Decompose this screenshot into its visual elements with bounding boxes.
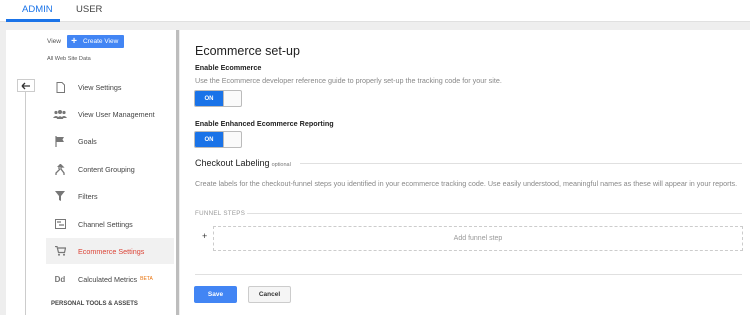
sidebar-item-label: Channel Settings [78, 219, 133, 229]
document-icon [52, 81, 68, 93]
footer-divider [195, 274, 742, 275]
tab-user[interactable]: USER [76, 4, 102, 15]
people-icon [52, 108, 68, 120]
enhanced-ecommerce-label: Enable Enhanced Ecommerce Reporting [195, 119, 334, 128]
optional-tag: optional [271, 162, 291, 168]
toggle-on-label: ON [195, 132, 223, 147]
sidebar-divider [25, 92, 26, 315]
funnel-steps-divider [247, 213, 742, 214]
sidebar-item-ecommerce-settings[interactable]: Ecommerce Settings [46, 238, 174, 264]
filter-icon [52, 190, 68, 202]
enable-ecommerce-label: Enable Ecommerce [195, 63, 262, 72]
active-tab-indicator [6, 19, 60, 22]
enable-ecommerce-description: Use the Ecommerce developer reference gu… [195, 76, 502, 85]
toggle-knob [223, 91, 224, 106]
sidebar-item-label: Filters [78, 191, 98, 201]
section-title: PERSONAL TOOLS & ASSETS [51, 301, 138, 307]
section-divider [300, 163, 742, 164]
sidebar-item-view-user-management[interactable]: View User Management [46, 101, 174, 127]
sidebar-item-filters[interactable]: Filters [46, 183, 174, 209]
cancel-button[interactable]: Cancel [248, 286, 291, 303]
plus-icon: + [71, 36, 77, 47]
checkout-labeling-description: Create labels for the checkout-funnel st… [195, 179, 738, 188]
admin-sidebar: View + Create View All Web Site Data Vie… [6, 30, 176, 315]
page-title: Ecommerce set-up [195, 44, 300, 58]
funnel-steps-label: FUNNEL STEPS [195, 210, 246, 217]
sidebar-item-label: Content Grouping [78, 164, 135, 174]
sidebar-item-content-grouping[interactable]: Content Grouping [46, 156, 174, 182]
dd-icon: Dd [54, 274, 66, 284]
ecommerce-setup-panel: Ecommerce set-up Enable Ecommerce Use th… [180, 30, 750, 315]
sidebar-item-label: View Settings [78, 82, 122, 92]
checkout-labeling-heading: Checkout Labeling [195, 158, 270, 168]
sidebar-item-label: Ecommerce Settings [78, 246, 145, 256]
top-tab-bar: ADMIN USER [0, 0, 750, 22]
add-funnel-step-button[interactable]: Add funnel step [213, 226, 743, 251]
toggle-knob [223, 132, 224, 147]
back-button[interactable] [17, 79, 35, 92]
sidebar-item-label: Calculated Metrics [78, 274, 138, 284]
toggle-on-label: ON [195, 91, 223, 106]
checkout-labeling-title: Checkout Labeling optional [195, 158, 291, 168]
create-view-label: Create View [83, 38, 119, 45]
create-view-button[interactable]: + Create View [67, 35, 124, 48]
view-name: All Web Site Data [47, 56, 91, 62]
sidebar-item-calculated-metrics[interactable]: Dd Calculated Metrics BETA [46, 266, 174, 292]
cart-icon [52, 245, 68, 257]
channel-icon [52, 218, 68, 230]
enable-ecommerce-toggle[interactable]: ON [194, 90, 242, 107]
add-step-plus-icon[interactable]: + [202, 231, 207, 241]
enhanced-ecommerce-toggle[interactable]: ON [194, 131, 242, 148]
beta-badge: BETA [140, 276, 153, 282]
view-label: View [47, 38, 61, 45]
flag-icon [52, 135, 68, 147]
sidebar-item-goals[interactable]: Goals [46, 128, 174, 154]
save-button[interactable]: Save [194, 286, 237, 303]
sidebar-scrollbar[interactable] [176, 30, 179, 315]
sidebar-item-label: View User Management [78, 109, 155, 119]
sidebar-item-channel-settings[interactable]: Channel Settings [46, 211, 174, 237]
tab-admin[interactable]: ADMIN [22, 4, 53, 15]
grouping-icon [52, 163, 68, 175]
back-arrow-icon [21, 82, 30, 89]
sidebar-item-view-settings[interactable]: View Settings [46, 74, 174, 100]
sidebar-item-label: Goals [78, 136, 97, 146]
